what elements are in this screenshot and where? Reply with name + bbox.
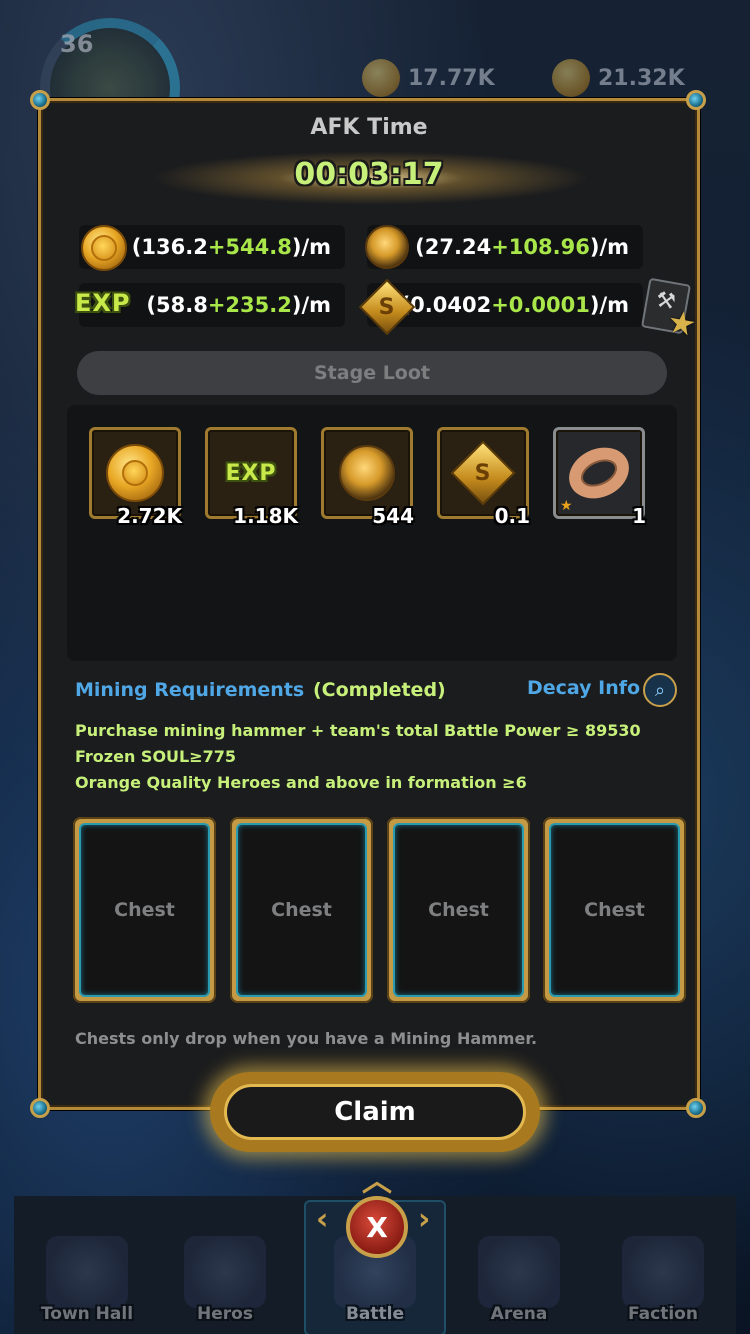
stage-loot-header: Stage Loot <box>77 351 667 395</box>
chevron-up-icon: ︿ <box>362 1164 392 1199</box>
corner-stud <box>686 1098 706 1118</box>
loot-count: 1.18K <box>233 504 298 528</box>
loot-count: 1 <box>632 504 646 528</box>
gold-coin-icon <box>362 59 400 97</box>
panel-title: AFK Time <box>310 115 428 140</box>
exp-rate-unit: )/m <box>291 293 331 317</box>
soul-rate-bonus: +0.0001 <box>491 293 590 317</box>
requirement-line: Purchase mining hammer + team's total Ba… <box>75 721 641 740</box>
orb-icon <box>552 59 590 97</box>
loot-item-soul[interactable]: S 0.1 <box>437 427 530 528</box>
gold-rate-bonus: +544.8 <box>207 235 292 259</box>
orb-icon <box>365 225 409 269</box>
exp-rate-bonus: +235.2 <box>207 293 292 317</box>
search-icon[interactable]: ⌕ <box>643 673 677 707</box>
nav-faction[interactable]: Faction <box>598 1214 728 1324</box>
decay-info-link[interactable]: Decay Info <box>527 677 640 699</box>
claim-button[interactable]: Claim <box>210 1072 540 1152</box>
chest-slot[interactable]: Chest <box>73 817 216 1003</box>
loot-item-gold[interactable]: 2.72K <box>89 427 182 528</box>
nav-label: Faction <box>628 1304 698 1324</box>
nav-arena[interactable]: Arena <box>454 1214 584 1324</box>
chest-slot[interactable]: Chest <box>230 817 373 1003</box>
nav-town-hall[interactable]: Town Hall <box>22 1214 152 1324</box>
chest-note: Chests only drop when you have a Mining … <box>75 1029 538 1048</box>
chest-label: Chest <box>549 823 680 997</box>
loot-count: 2.72K <box>117 504 182 528</box>
loot-item-exp[interactable]: EXP 1.18K <box>205 427 298 528</box>
castle-icon <box>46 1236 128 1308</box>
orb-icon <box>339 445 395 501</box>
soul-rate-unit: )/m <box>589 293 629 317</box>
soul-icon: S <box>450 440 516 506</box>
chevron-right-icon: › <box>418 1202 431 1237</box>
hud-orbs-value: 21.32K <box>598 65 685 91</box>
requirements-status: (Completed) <box>313 679 446 701</box>
helmet-icon <box>184 1236 266 1308</box>
nav-label: Arena <box>490 1304 548 1324</box>
loot-count: 544 <box>372 504 414 528</box>
hud-gold: 17.77K <box>362 58 495 98</box>
banner-icon <box>622 1236 704 1308</box>
nav-label: Town Hall <box>40 1304 134 1324</box>
requirement-line: Frozen SOUL≥775 <box>75 747 237 766</box>
chest-label: Chest <box>236 823 367 997</box>
gold-coin-icon <box>106 444 164 502</box>
loot-grid: 2.72K EXP 1.18K 544 S 0.1 ★ 1 <box>67 405 677 661</box>
corner-stud <box>30 1098 50 1118</box>
nav-label: Battle <box>345 1304 405 1324</box>
corner-stud <box>686 90 706 110</box>
nav-label: Heros <box>197 1304 253 1324</box>
top-hud: 36 17.77K 21.32K <box>0 0 750 158</box>
orb-rate-base: (27.24 <box>415 235 492 259</box>
player-level: 36 <box>60 30 94 58</box>
chevron-left-icon: ‹ <box>316 1202 329 1237</box>
loot-item-orb[interactable]: 544 <box>321 427 414 528</box>
exp-icon: EXP <box>75 289 131 317</box>
loot-item-ring[interactable]: ★ 1 <box>553 427 646 528</box>
orb-rate-unit: )/m <box>589 235 629 259</box>
gold-rate-base: (136.2 <box>131 235 208 259</box>
requirement-line: Orange Quality Heroes and above in forma… <box>75 773 527 792</box>
chest-slot[interactable]: Chest <box>543 817 686 1003</box>
hud-orbs: 21.32K <box>552 58 685 98</box>
chest-slot[interactable]: Chest <box>387 817 530 1003</box>
chest-label: Chest <box>79 823 210 997</box>
mining-requirements-title: Mining Requirements <box>75 679 305 701</box>
exp-rate-base: (58.8 <box>146 293 208 317</box>
hud-gold-value: 17.77K <box>408 65 495 91</box>
claim-label: Claim <box>224 1084 526 1140</box>
nav-heros[interactable]: Heros <box>160 1214 290 1324</box>
loot-count: 0.1 <box>494 504 530 528</box>
afk-timer: 00:03:17 <box>294 157 444 192</box>
star-icon: ★ <box>664 301 700 345</box>
arena-icon <box>478 1236 560 1308</box>
afk-time-panel: AFK Time 00:03:17 (136.2 +544.8)/m (27.24… <box>38 98 700 1110</box>
orb-rate-bonus: +108.96 <box>491 235 590 259</box>
exp-icon: EXP <box>225 460 277 486</box>
close-button[interactable]: X <box>346 1196 408 1258</box>
star-icon: ★ <box>560 498 573 514</box>
soul-icon-label: S <box>379 294 395 320</box>
gold-rate-unit: )/m <box>291 235 331 259</box>
chest-label: Chest <box>393 823 524 997</box>
mining-hammer-badge[interactable]: ⚒ ★ <box>640 277 699 344</box>
corner-stud <box>30 90 50 110</box>
gold-coin-icon <box>81 225 127 271</box>
soul-icon-label: S <box>475 460 491 486</box>
